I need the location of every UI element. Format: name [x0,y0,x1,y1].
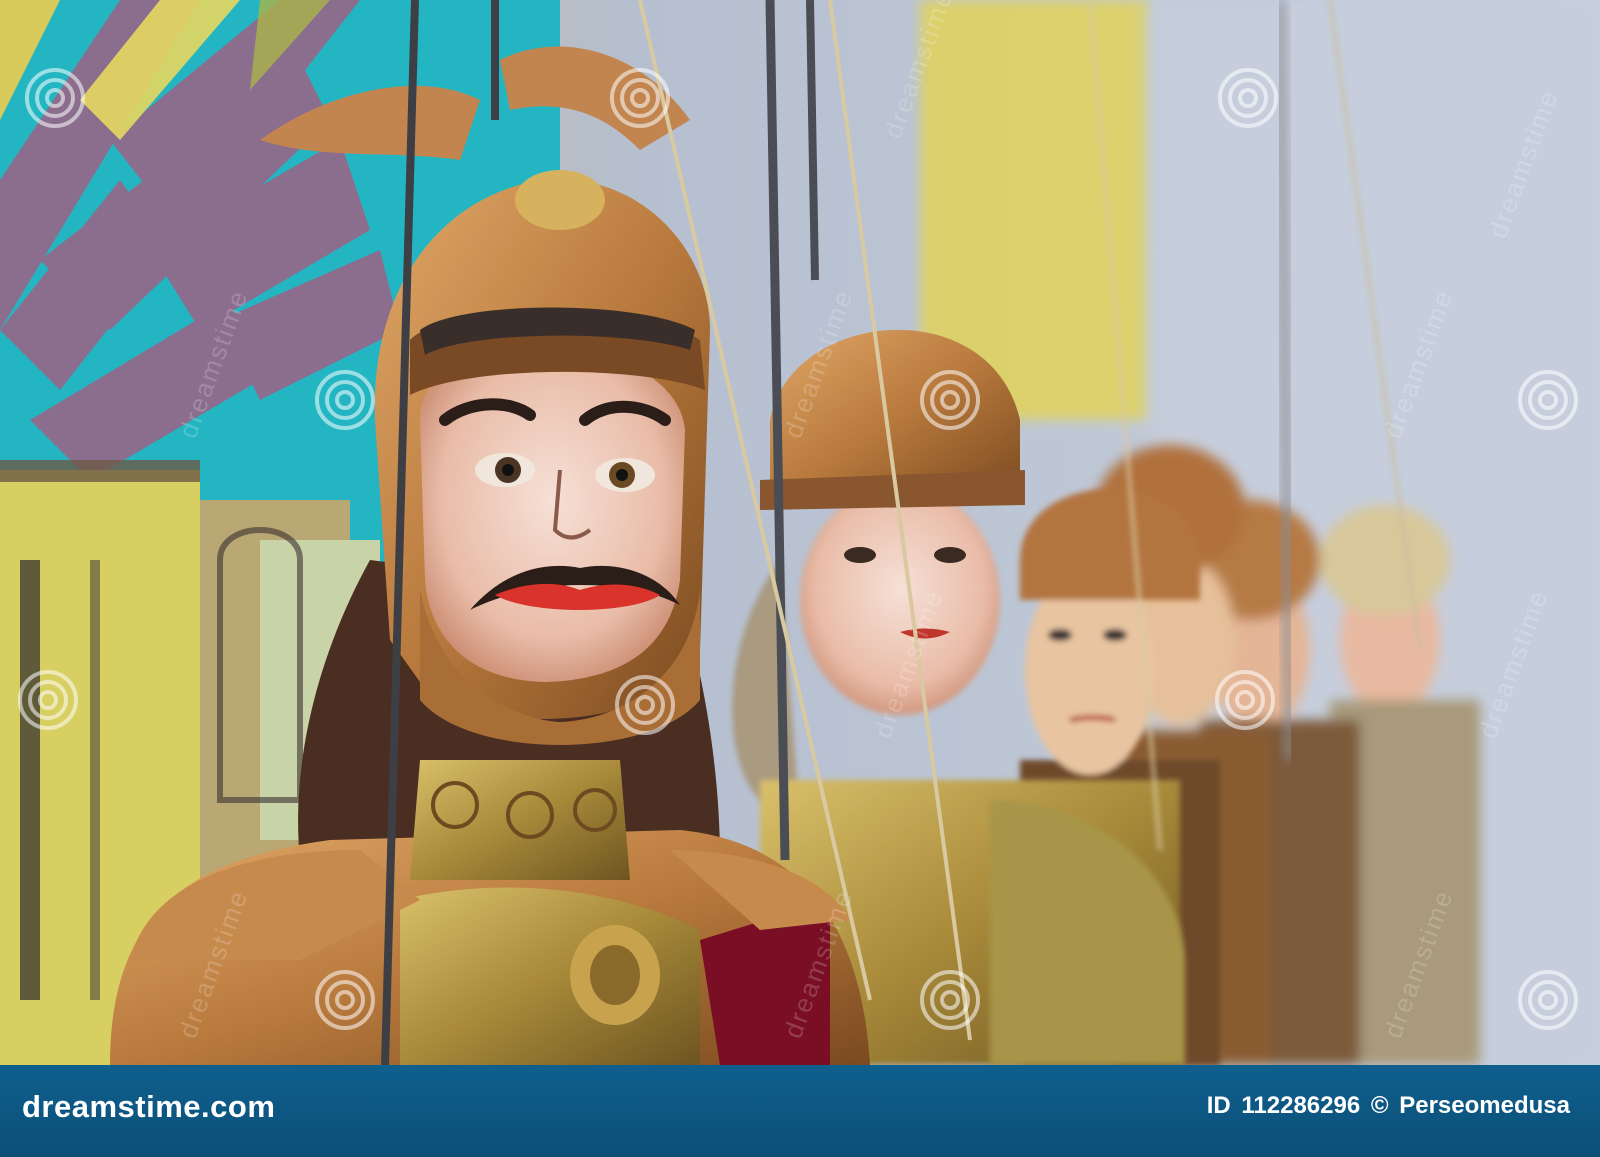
copyright-symbol: © [1370,1092,1389,1119]
image-credit: ID 112286296 © Perseomedusa [1203,1092,1570,1120]
dreamstime-logo[interactable]: dreamstime.com [22,1089,275,1125]
photo-area: dreamstime dreamstime dreamstime dreamst… [0,0,1600,1065]
stock-footer-bar: dreamstime.com ID 112286296 © Perseomedu… [0,1065,1600,1157]
image-id: 112286296 [1241,1092,1361,1119]
author-name[interactable]: Perseomedusa [1399,1092,1570,1119]
marionettes-photo: dreamstime dreamstime dreamstime dreamst… [0,0,1600,1065]
id-label: ID [1206,1092,1231,1119]
